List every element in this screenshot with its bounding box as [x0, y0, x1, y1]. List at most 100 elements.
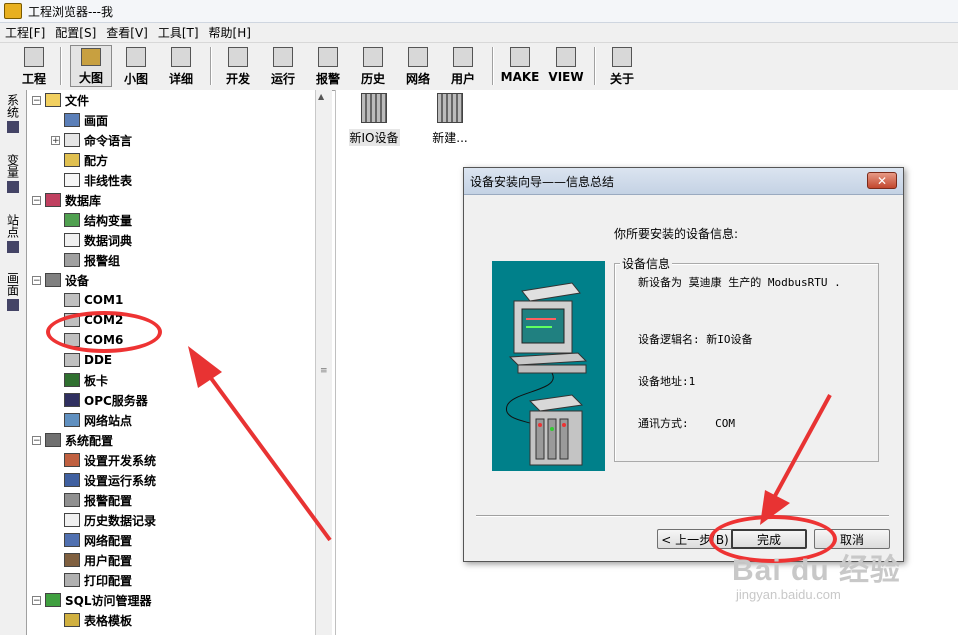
menu-config[interactable]: 配置[S]	[50, 24, 101, 41]
window-title: 工程浏览器---我	[28, 4, 113, 19]
info-comm-mode: 通讯方式: COM	[638, 417, 735, 430]
info-new-device: 新设备为 莫迪康 生产的 ModbusRTU .	[638, 276, 841, 289]
key-icon	[453, 47, 473, 67]
tree-scrollbar[interactable]: ▲ ≡	[315, 90, 332, 635]
toolbar-alarm-button[interactable]: 报警	[310, 45, 346, 87]
tree-node-sql-manager[interactable]: − SQL访问管理器	[32, 590, 152, 610]
toolbar-user-button[interactable]: 用户	[445, 45, 481, 87]
tree-item-com6[interactable]: COM6	[64, 330, 123, 350]
tree-item-screen[interactable]: 画面	[64, 110, 108, 130]
tree-item-dev-settings[interactable]: 设置开发系统	[64, 450, 156, 470]
toolbar-history-button[interactable]: 历史	[355, 45, 391, 87]
book-icon	[64, 233, 80, 247]
tree-item-opc-server[interactable]: OPC服务器	[64, 390, 148, 410]
opc-icon	[64, 393, 80, 407]
toolbar-details-button[interactable]: 详细	[163, 45, 199, 87]
side-tab-variables[interactable]: 变量	[3, 154, 23, 196]
history-icon	[363, 47, 383, 67]
tree-item-alarm-config[interactable]: 报警配置	[64, 490, 132, 510]
tree-node-database[interactable]: − 数据库	[32, 190, 101, 210]
tree-item-user-config[interactable]: 用户配置	[64, 550, 132, 570]
tree-item-run-settings[interactable]: 设置运行系统	[64, 470, 156, 490]
tree-item-recipe[interactable]: 配方	[64, 150, 108, 170]
title-bar: 工程浏览器---我	[0, 0, 958, 23]
toolbar-separator	[60, 47, 62, 85]
collapse-icon[interactable]: −	[32, 595, 41, 605]
toolbar-separator	[210, 47, 212, 85]
tree-item-nonlinear-table[interactable]: 非线性表	[64, 170, 132, 190]
toolbar-about-button[interactable]: 关于	[604, 45, 640, 87]
device-info-legend: 设备信息	[620, 255, 673, 272]
close-button[interactable]: ✕	[867, 172, 897, 189]
network-icon	[408, 47, 428, 67]
tools-icon	[45, 433, 61, 447]
side-tab-stations[interactable]: 站点	[3, 214, 23, 256]
dialog-title-bar: 设备安装向导——信息总结 ✕	[464, 168, 903, 195]
toolbar-run-button[interactable]: 运行	[265, 45, 301, 87]
menu-help[interactable]: 帮助[H]	[204, 24, 256, 41]
tree-item-print-config[interactable]: 打印配置	[64, 570, 132, 590]
scroll-up-icon[interactable]: ▲	[318, 92, 324, 101]
tree-item-history-record[interactable]: 历史数据记录	[64, 510, 156, 530]
tree-item-data-dictionary[interactable]: 数据词典	[64, 230, 132, 250]
folder-icon	[45, 93, 61, 107]
system-icon	[7, 121, 19, 133]
watermark-url: jingyan.baidu.com	[736, 587, 841, 602]
computer-and-plc-icon	[506, 282, 588, 466]
tree-item-com2[interactable]: COM2	[64, 310, 123, 330]
toolbar-project-button[interactable]: 工程	[16, 45, 52, 87]
toolbar-make-button[interactable]: MAKE	[500, 45, 540, 87]
user-icon	[64, 553, 80, 567]
menu-project[interactable]: 工程[F]	[0, 24, 50, 41]
collapse-icon[interactable]: −	[32, 435, 41, 445]
sql-icon	[45, 593, 61, 607]
tree-item-command-language[interactable]: + 命令语言	[51, 130, 132, 150]
tree-node-device[interactable]: − 设备	[32, 270, 89, 290]
toolbar-network-button[interactable]: 网络	[400, 45, 436, 87]
collapse-icon[interactable]: −	[32, 95, 41, 105]
template-icon	[64, 613, 80, 627]
side-tabs: 系统 变量 站点 画面	[0, 90, 27, 635]
device-wizard-dialog: 设备安装向导——信息总结 ✕ 你所要安装的设备信息: 设备信息 新设备为 莫迪康…	[463, 167, 904, 562]
new-device-icon	[437, 93, 463, 123]
baidu-watermark: Bai du 经验 jingyan.baidu.com	[732, 545, 901, 602]
tree-item-network-station[interactable]: 网络站点	[64, 410, 132, 430]
tree-item-com1[interactable]: COM1	[64, 290, 123, 310]
device-illustration	[492, 261, 605, 471]
collapse-icon[interactable]: −	[32, 275, 41, 285]
collapse-icon[interactable]: −	[32, 195, 41, 205]
device-item-new-io[interactable]: 新IO设备	[342, 93, 406, 146]
device-item-new[interactable]: 新建...	[418, 93, 482, 146]
menu-view[interactable]: 查看[V]	[101, 24, 153, 41]
info-logical-name: 设备逻辑名: 新IO设备	[638, 333, 753, 346]
side-tab-screens[interactable]: 画面	[3, 272, 23, 314]
view-icon	[556, 47, 576, 67]
screens-icon	[7, 299, 19, 311]
tree-node-system-config[interactable]: − 系统配置	[32, 430, 113, 450]
toolbar-develop-button[interactable]: 开发	[220, 45, 256, 87]
toolbar-small-icons-button[interactable]: 小图	[118, 45, 154, 87]
alarm-config-icon	[64, 493, 80, 507]
menu-tools[interactable]: 工具[T]	[153, 24, 204, 41]
recipe-icon	[64, 153, 80, 167]
tree-item-struct-variable[interactable]: 结构变量	[64, 210, 132, 230]
expand-icon[interactable]: +	[51, 135, 60, 145]
scroll-grip-icon[interactable]: ≡	[320, 366, 328, 376]
tree-node-file[interactable]: − 文件	[32, 90, 89, 110]
toolbar-separator	[594, 47, 596, 85]
screen-icon	[64, 113, 80, 127]
toolbar-large-icons-button[interactable]: 大图	[70, 45, 112, 87]
tree-item-board[interactable]: 板卡	[64, 370, 108, 390]
project-tree: − 文件 画面 + 命令语言 配方 非线性表 − 数据库 结构变量 数据词典 报警组 …	[27, 90, 315, 635]
tree-item-table-template[interactable]: 表格模板	[64, 610, 132, 630]
dde-icon	[64, 353, 80, 367]
run-icon	[273, 47, 293, 67]
tree-item-network-config[interactable]: 网络配置	[64, 530, 132, 550]
tree-item-alarm-group[interactable]: 报警组	[64, 250, 120, 270]
device-icon	[45, 273, 61, 287]
printer-icon	[64, 573, 80, 587]
tree-item-dde[interactable]: DDE	[64, 350, 112, 370]
toolbar-view-button[interactable]: VIEW	[546, 45, 586, 87]
side-tab-system[interactable]: 系统	[3, 94, 23, 136]
back-button[interactable]: < 上一步(B)	[657, 529, 733, 549]
